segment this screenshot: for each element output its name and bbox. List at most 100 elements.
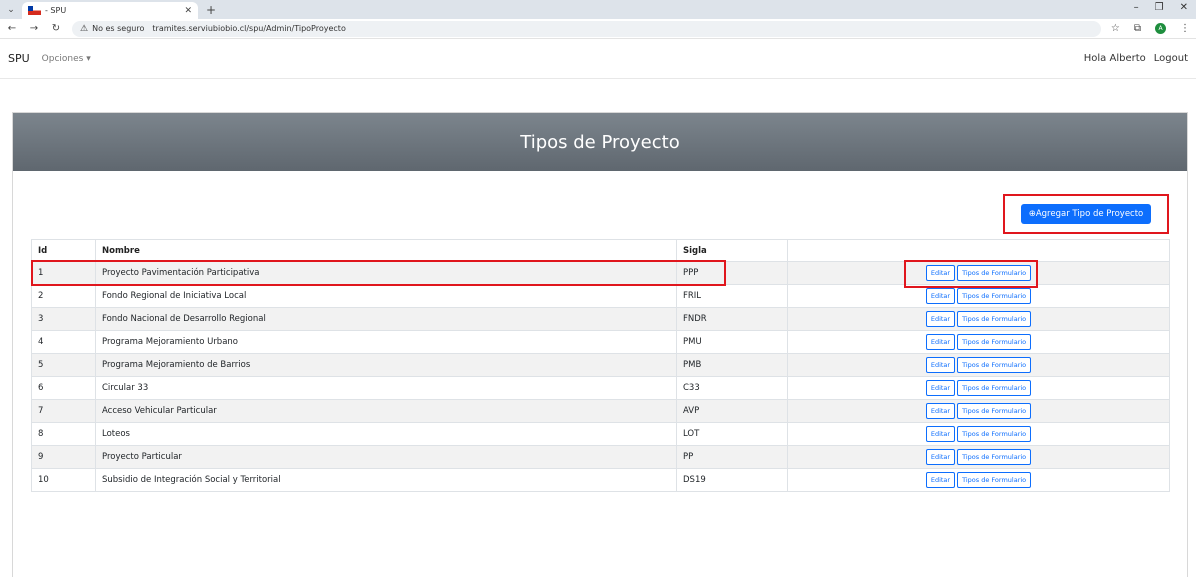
new-tab-button[interactable]: + xyxy=(206,3,216,17)
cell-sigla: AVP xyxy=(676,399,788,423)
tipos-formulario-button[interactable]: Tipos de Formulario xyxy=(957,449,1032,465)
tab-search-icon[interactable]: ⌄ xyxy=(0,5,22,15)
cell-actions: Editar Tipos de Formulario xyxy=(787,330,1170,354)
window-controls: – ❐ ✕ xyxy=(1134,2,1188,13)
cell-sigla: PP xyxy=(676,445,788,469)
cell-actions: Editar Tipos de Formulario xyxy=(787,445,1170,469)
cell-id: 5 xyxy=(31,353,96,377)
cell-nombre: Proyecto Pavimentación Participativa xyxy=(95,261,677,285)
cell-nombre: Programa Mejoramiento de Barrios xyxy=(95,353,677,377)
table-body: 1 Proyecto Pavimentación Participativa PPP… xyxy=(31,261,1170,492)
brand-link[interactable]: SPU xyxy=(8,52,30,65)
cell-nombre: Proyecto Particular xyxy=(95,445,677,469)
edit-button[interactable]: Editar xyxy=(925,403,956,419)
tipos-formulario-button[interactable]: Tipos de Formulario xyxy=(957,357,1032,373)
tipos-formulario-button[interactable]: Tipos de Formulario xyxy=(957,472,1032,488)
cell-nombre: Loteos xyxy=(95,422,677,446)
restore-icon[interactable]: ❐ xyxy=(1155,2,1164,13)
tab-title: - SPU xyxy=(45,6,67,15)
window-close-icon[interactable]: ✕ xyxy=(1180,2,1188,13)
cell-id: 6 xyxy=(31,376,96,400)
url-text: tramites.serviubiobio.cl/spu/Admin/TipoP… xyxy=(152,24,346,33)
table-row: 9 Proyecto Particular PP Editar Tipos de For… xyxy=(31,445,1170,469)
cell-id: 7 xyxy=(31,399,96,423)
cell-actions: Editar Tipos de Formulario xyxy=(787,307,1170,331)
cell-actions: Editar Tipos de Formulario xyxy=(787,422,1170,446)
cell-nombre: Fondo Regional de Iniciativa Local xyxy=(95,284,677,308)
back-icon[interactable]: ← xyxy=(6,23,18,34)
tipos-proyecto-card: Tipos de Proyecto ⊕Agregar Tipo de Proye… xyxy=(12,112,1188,577)
tipos-formulario-button[interactable]: Tipos de Formulario xyxy=(957,311,1032,327)
cell-id: 1 xyxy=(31,261,96,285)
table-row: 6 Circular 33 C33 Editar Tipos de Formulario xyxy=(31,376,1170,400)
logout-link[interactable]: Logout xyxy=(1154,53,1188,64)
security-label: No es seguro xyxy=(92,24,145,33)
cell-nombre: Circular 33 xyxy=(95,376,677,400)
cell-nombre: Programa Mejoramiento Urbano xyxy=(95,330,677,354)
table-row: 4 Programa Mejoramiento Urbano PMU Editar Ti… xyxy=(31,330,1170,354)
edit-button[interactable]: Editar xyxy=(925,380,956,396)
cell-id: 10 xyxy=(31,468,96,492)
table-row: 2 Fondo Regional de Iniciativa Local FRIL E… xyxy=(31,284,1170,308)
table-row: 5 Programa Mejoramiento de Barrios PMB Edit… xyxy=(31,353,1170,377)
url-input[interactable]: ⚠ No es seguro tramites.serviubiobio.cl/… xyxy=(72,20,1101,37)
tipos-formulario-button[interactable]: Tipos de Formulario xyxy=(957,334,1032,350)
cell-id: 3 xyxy=(31,307,96,331)
extensions-icon[interactable]: ⧉ xyxy=(1134,23,1141,34)
edit-button[interactable]: Editar xyxy=(925,449,956,465)
cell-sigla: C33 xyxy=(676,376,788,400)
table-row: 1 Proyecto Pavimentación Participativa PPP… xyxy=(31,261,1170,285)
cell-id: 4 xyxy=(31,330,96,354)
tipos-formulario-button[interactable]: Tipos de Formulario xyxy=(957,288,1032,304)
cell-actions: Editar Tipos de Formulario xyxy=(787,399,1170,423)
edit-button[interactable]: Editar xyxy=(925,357,956,373)
user-greeting[interactable]: Hola Alberto xyxy=(1084,53,1146,64)
cell-actions: Editar Tipos de Formulario xyxy=(787,376,1170,400)
browser-tab-bar: ⌄ - SPU ✕ + – ❐ ✕ xyxy=(0,0,1196,19)
edit-button[interactable]: Editar xyxy=(925,472,956,488)
cell-sigla: FNDR xyxy=(676,307,788,331)
tipos-formulario-button[interactable]: Tipos de Formulario xyxy=(957,403,1032,419)
app-navbar: SPU Opciones ▾ Hola Alberto Logout xyxy=(0,39,1196,79)
reload-icon[interactable]: ↻ xyxy=(50,23,62,34)
edit-button[interactable]: Editar xyxy=(925,265,956,281)
address-bar: ← → ↻ ⚠ No es seguro tramites.serviubiob… xyxy=(0,19,1196,39)
edit-button[interactable]: Editar xyxy=(925,288,956,304)
edit-button[interactable]: Editar xyxy=(925,311,956,327)
header-sigla: Sigla xyxy=(676,239,788,262)
minimize-icon[interactable]: – xyxy=(1134,2,1139,13)
warning-icon: ⚠ xyxy=(80,23,89,34)
edit-button[interactable]: Editar xyxy=(925,426,956,442)
tipos-formulario-button[interactable]: Tipos de Formulario xyxy=(957,426,1032,442)
cell-nombre: Subsidio de Integración Social y Territo… xyxy=(95,468,677,492)
cell-nombre: Fondo Nacional de Desarrollo Regional xyxy=(95,307,677,331)
cell-sigla: LOT xyxy=(676,422,788,446)
tipos-proyecto-table: Id Nombre Sigla 1 Proyecto Pavimentación … xyxy=(31,239,1170,492)
add-button-highlight: ⊕Agregar Tipo de Proyecto xyxy=(1003,194,1169,234)
cell-id: 8 xyxy=(31,422,96,446)
cell-id: 2 xyxy=(31,284,96,308)
cell-sigla: PMB xyxy=(676,353,788,377)
cell-sigla: PMU xyxy=(676,330,788,354)
browser-tab[interactable]: - SPU ✕ xyxy=(22,2,198,19)
edit-button[interactable]: Editar xyxy=(925,334,956,350)
cell-nombre: Acceso Vehicular Particular xyxy=(95,399,677,423)
forward-icon[interactable]: → xyxy=(28,23,40,34)
cell-actions: Editar Tipos de Formulario xyxy=(787,261,1170,285)
card-header: Tipos de Proyecto xyxy=(13,113,1187,171)
close-icon[interactable]: ✕ xyxy=(184,6,192,16)
profile-avatar[interactable]: A xyxy=(1155,23,1166,34)
table-header-row: Id Nombre Sigla xyxy=(31,239,1170,262)
menu-kebab-icon[interactable]: ⋮ xyxy=(1180,23,1190,34)
cell-sigla: PPP xyxy=(676,261,788,285)
cell-sigla: FRIL xyxy=(676,284,788,308)
table-row: 7 Acceso Vehicular Particular AVP Editar Tip… xyxy=(31,399,1170,423)
table-row: 8 Loteos LOT Editar Tipos de Formulario xyxy=(31,422,1170,446)
add-tipo-proyecto-button[interactable]: ⊕Agregar Tipo de Proyecto xyxy=(1020,204,1152,224)
tipos-formulario-button[interactable]: Tipos de Formulario xyxy=(957,380,1032,396)
bookmark-star-icon[interactable]: ☆ xyxy=(1111,23,1120,34)
cell-actions: Editar Tipos de Formulario xyxy=(787,468,1170,492)
header-nombre: Nombre xyxy=(95,239,677,262)
opciones-dropdown[interactable]: Opciones ▾ xyxy=(42,54,91,64)
tipos-formulario-button[interactable]: Tipos de Formulario xyxy=(957,265,1032,281)
